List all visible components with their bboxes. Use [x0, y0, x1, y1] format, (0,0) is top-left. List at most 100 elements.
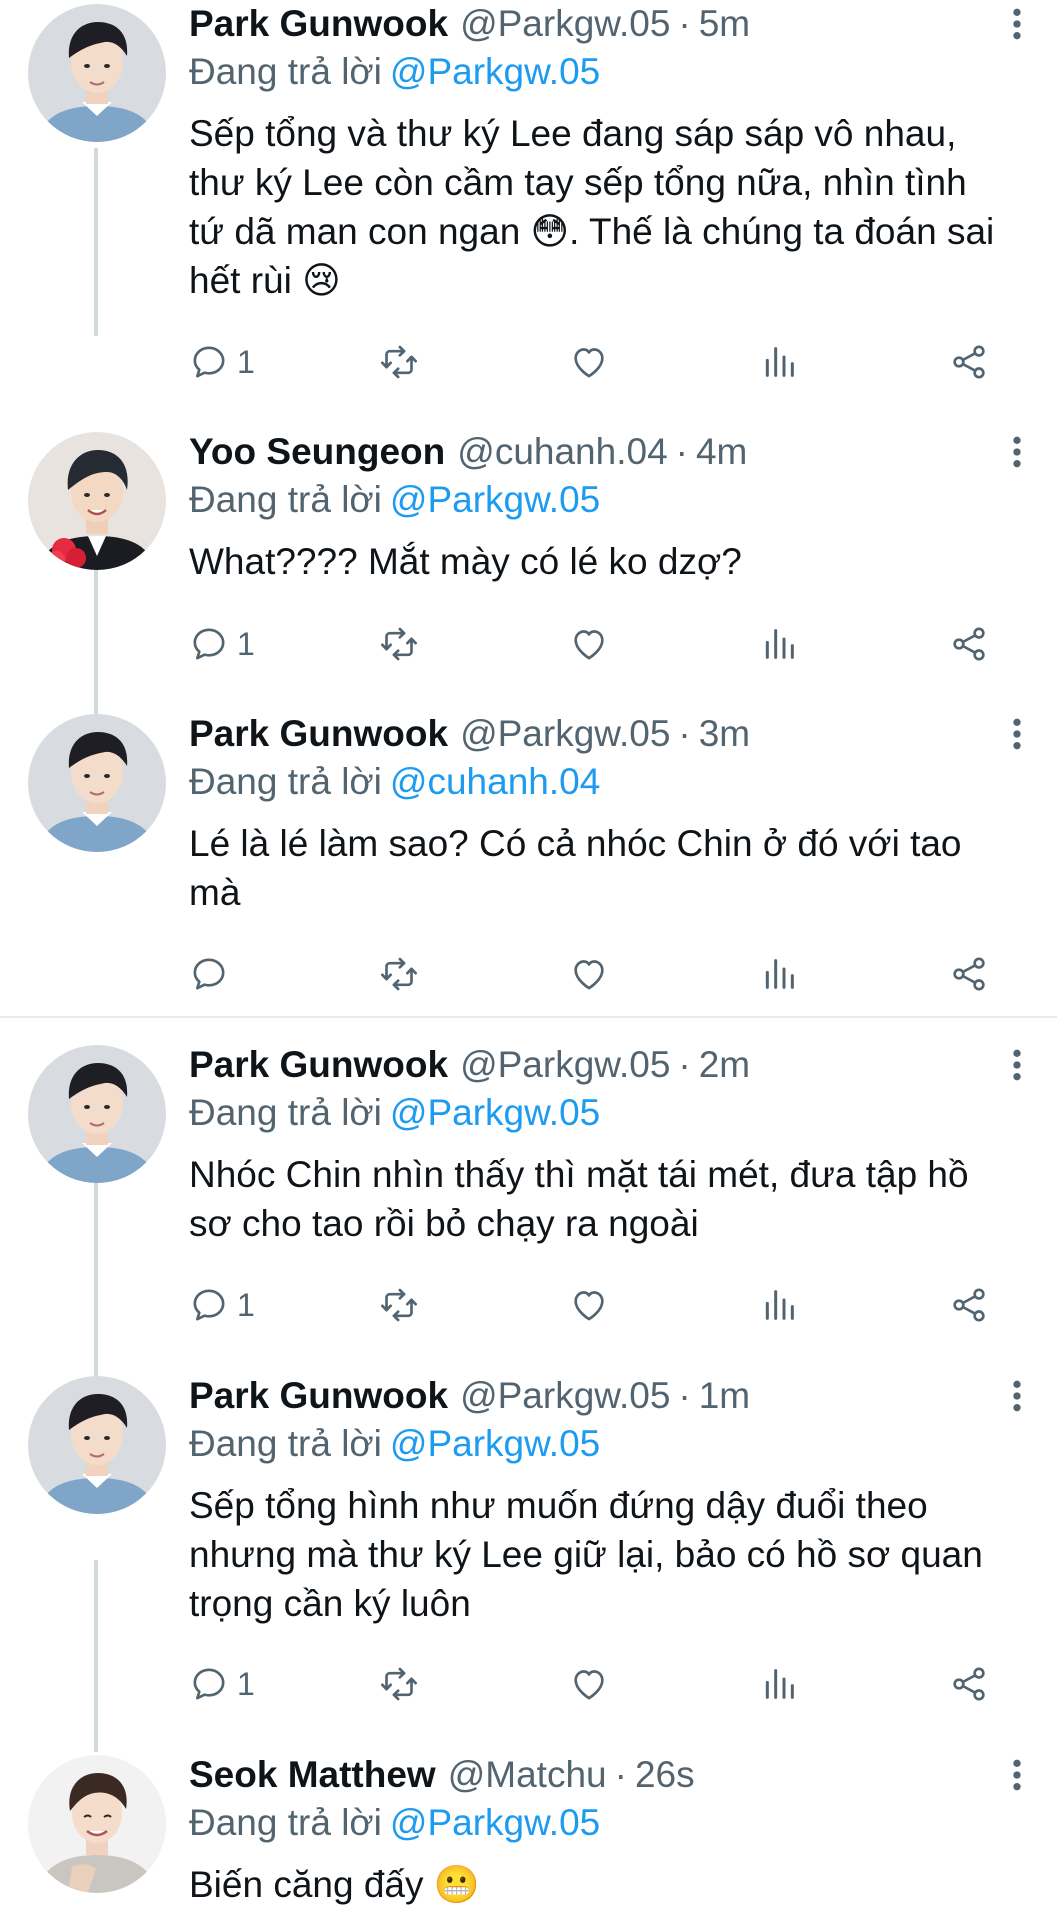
views-button[interactable]	[759, 1660, 799, 1708]
author-name[interactable]: Park Gunwook	[189, 710, 448, 758]
avatar[interactable]	[28, 1376, 166, 1514]
author-name[interactable]: Park Gunwook	[189, 1372, 448, 1420]
more-vertical-icon[interactable]	[997, 1376, 1037, 1416]
more-vertical-icon[interactable]	[997, 4, 1037, 44]
more-vertical-icon[interactable]	[997, 1045, 1037, 1085]
like-button[interactable]	[569, 1660, 609, 1708]
reply-count: 1	[237, 1665, 255, 1702]
mention-link[interactable]: @cuhanh.04	[390, 761, 600, 802]
like-button[interactable]	[569, 1281, 609, 1329]
more-vertical-icon[interactable]	[997, 1755, 1037, 1795]
retweet-button[interactable]	[379, 620, 419, 668]
tweet-header: Yoo Seungeon @cuhanh.04 · 4m	[189, 428, 1037, 476]
author-handle[interactable]: @Parkgw.05	[460, 0, 670, 48]
timestamp[interactable]: 26s	[635, 1751, 695, 1799]
reply-count: 1	[237, 1286, 255, 1323]
reply-button[interactable]: 1	[189, 620, 255, 668]
author-name[interactable]: Park Gunwook	[189, 1041, 448, 1089]
author-handle[interactable]: @Parkgw.05	[460, 1041, 670, 1089]
mention-link[interactable]: @Parkgw.05	[390, 51, 600, 92]
replying-to-label: Đang trả lời	[189, 479, 382, 520]
retweet-button[interactable]	[379, 1281, 419, 1329]
mention-link[interactable]: @Parkgw.05	[390, 1423, 600, 1464]
timestamp[interactable]: 2m	[699, 1041, 750, 1089]
avatar[interactable]	[28, 432, 166, 570]
views-button[interactable]	[759, 338, 799, 386]
tweet-header: Park Gunwook @Parkgw.05 · 3m	[189, 710, 1037, 758]
share-icon	[949, 342, 989, 382]
more-vertical-icon[interactable]	[997, 714, 1037, 754]
avatar[interactable]	[28, 4, 166, 142]
tweet-content: Yoo Seungeon @cuhanh.04 · 4m Đang trả lờ…	[189, 428, 1037, 586]
views-button[interactable]	[759, 950, 799, 998]
action-bar: 1	[189, 1660, 1009, 1708]
tweet-content: Park Gunwook @Parkgw.05 · 5m Đang trả lờ…	[189, 0, 1037, 305]
retweet-button[interactable]	[379, 1660, 419, 1708]
views-button[interactable]	[759, 620, 799, 668]
tweet-text: Biến căng đấy 😬	[189, 1864, 480, 1905]
avatar[interactable]	[28, 714, 166, 852]
share-button[interactable]	[949, 1660, 989, 1708]
timestamp[interactable]: 3m	[699, 710, 750, 758]
reply-button[interactable]	[189, 950, 237, 998]
separator-dot: ·	[678, 1044, 691, 1085]
replying-to-label: Đang trả lời	[189, 761, 382, 802]
author-name[interactable]: Yoo Seungeon	[189, 428, 445, 476]
timestamp[interactable]: 1m	[699, 1372, 750, 1420]
views-icon	[759, 1664, 799, 1704]
avatar[interactable]	[28, 1755, 166, 1893]
reply-icon	[189, 1285, 229, 1325]
tweet-header: Park Gunwook @Parkgw.05 · 1m	[189, 1372, 1037, 1420]
action-bar: 1	[189, 1281, 1009, 1329]
mention-link[interactable]: @Parkgw.05	[390, 1802, 600, 1843]
tweet-content: Park Gunwook @Parkgw.05 · 1m Đang trả lờ…	[189, 1372, 1037, 1628]
replying-to: Đang trả lời @Parkgw.05	[189, 48, 1037, 96]
tweet-header: Park Gunwook @Parkgw.05 · 5m	[189, 0, 1037, 48]
tweet-text: What???? Mắt mày có lé ko dzợ?	[189, 541, 742, 582]
retweet-icon	[379, 954, 419, 994]
retweet-button[interactable]	[379, 338, 419, 386]
like-button[interactable]	[569, 338, 609, 386]
replying-to-label: Đang trả lời	[189, 1802, 382, 1843]
avatar[interactable]	[28, 1045, 166, 1183]
mention-link[interactable]: @Parkgw.05	[390, 1092, 600, 1133]
views-icon	[759, 624, 799, 664]
more-vertical-icon[interactable]	[997, 432, 1037, 472]
like-button[interactable]	[569, 950, 609, 998]
reply-button[interactable]: 1	[189, 338, 255, 386]
share-icon	[949, 624, 989, 664]
thread-line	[94, 148, 98, 336]
replying-to: Đang trả lời @Parkgw.05	[189, 1420, 1037, 1468]
retweet-button[interactable]	[379, 950, 419, 998]
reply-button[interactable]: 1	[189, 1281, 255, 1329]
mention-link[interactable]: @Parkgw.05	[390, 479, 600, 520]
retweet-icon	[379, 1285, 419, 1325]
reply-icon	[189, 624, 229, 664]
reply-button[interactable]: 1	[189, 1660, 255, 1708]
author-handle[interactable]: @Matchu	[448, 1751, 607, 1799]
views-button[interactable]	[759, 1281, 799, 1329]
tweet-text: Lé là lé làm sao? Có cả nhóc Chin ở đó v…	[189, 823, 962, 913]
retweet-icon	[379, 624, 419, 664]
share-button[interactable]	[949, 950, 989, 998]
share-button[interactable]	[949, 1281, 989, 1329]
author-name[interactable]: Park Gunwook	[189, 0, 448, 48]
heart-icon	[569, 1285, 609, 1325]
author-handle[interactable]: @Parkgw.05	[460, 1372, 670, 1420]
separator-dot: ·	[678, 3, 691, 44]
separator-dot: ·	[614, 1754, 627, 1795]
heart-icon	[569, 954, 609, 994]
share-icon	[949, 1285, 989, 1325]
heart-icon	[569, 342, 609, 382]
author-handle[interactable]: @Parkgw.05	[460, 710, 670, 758]
timestamp[interactable]: 4m	[696, 428, 747, 476]
share-button[interactable]	[949, 620, 989, 668]
replying-to-label: Đang trả lời	[189, 1423, 382, 1464]
tweet-content: Seok Matthew @Matchu · 26s Đang trả lời @…	[189, 1751, 1037, 1909]
timestamp[interactable]: 5m	[699, 0, 750, 48]
author-handle[interactable]: @cuhanh.04	[457, 428, 667, 476]
share-button[interactable]	[949, 338, 989, 386]
like-button[interactable]	[569, 620, 609, 668]
separator-dot: ·	[675, 431, 688, 472]
author-name[interactable]: Seok Matthew	[189, 1751, 436, 1799]
